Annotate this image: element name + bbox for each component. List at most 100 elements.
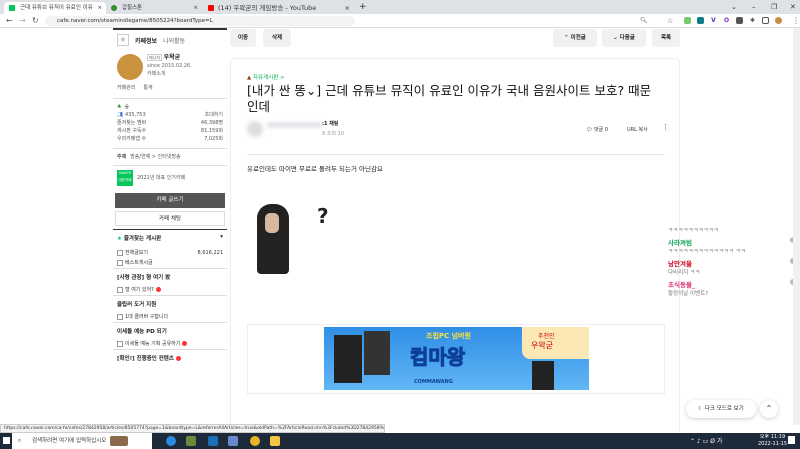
- extension-icon[interactable]: [697, 17, 704, 24]
- chat-message: 사라져빔 ㅋㅋㅋㅋㅋㅋㅋㅋㅋㅋㅋㅋㅋ ㅋㅋ: [668, 237, 800, 255]
- banner-top: 조립PC 넘버원: [426, 332, 471, 340]
- restore-button[interactable]: ❐: [771, 0, 777, 14]
- comment-count[interactable]: 💬︎ 댓글 0: [586, 126, 608, 133]
- article-body: 유료인데도 따이면 무료로 돌려두 되는거 아닌감요: [247, 165, 383, 173]
- new-badge-icon: [155, 287, 161, 292]
- chat-username[interactable]: 초식동물_: [668, 279, 800, 289]
- extensions-puzzle-icon[interactable]: ✱: [749, 17, 756, 24]
- dark-mode-button[interactable]: ☾ 다크 모드로 보기: [686, 400, 756, 418]
- profile-avatar[interactable]: [775, 17, 782, 24]
- list-button[interactable]: 목록: [652, 29, 680, 47]
- cafe-write-button[interactable]: 카페 글쓰기: [115, 193, 225, 208]
- tray-icons[interactable]: ⌃ ♪ ▭ Ø 가: [690, 436, 722, 445]
- extension-o-icon[interactable]: O: [723, 17, 730, 24]
- chat-username[interactable]: 사라져빔: [668, 237, 800, 247]
- edge-icon[interactable]: [166, 436, 176, 446]
- scroll-top-button[interactable]: ⌃: [760, 400, 778, 418]
- close-icon[interactable]: ×: [345, 2, 350, 14]
- extension-v-icon[interactable]: V: [710, 17, 717, 24]
- close-icon[interactable]: ×: [97, 2, 102, 14]
- app-icon[interactable]: [228, 436, 238, 446]
- naver-cafe-icon: [9, 5, 15, 11]
- author-name-blurred[interactable]: [267, 122, 322, 128]
- board-group-header[interactable]: 클립러 도거 지원: [113, 295, 227, 312]
- close-icon[interactable]: ×: [193, 2, 198, 14]
- menu-icon[interactable]: ⋮: [792, 14, 800, 28]
- scrollbar[interactable]: [793, 28, 800, 425]
- board-name: 자유게시판 >: [252, 75, 285, 81]
- extension-icon[interactable]: [684, 17, 691, 24]
- tab-strip: 근데 유튜브 뮤직이 유료인 이유 × 갑힐스톤 × (14) 우왁굳의 게임방송 …: [0, 0, 800, 14]
- new-tab-button[interactable]: +: [359, 0, 367, 14]
- manager-name[interactable]: 우왁굳: [164, 54, 181, 61]
- date: 2022-11-15: [758, 441, 788, 447]
- board-group-header[interactable]: [사령 관장] 형 여기 봤: [113, 268, 227, 285]
- stats-link[interactable]: 통계: [143, 84, 152, 92]
- taskbar-search[interactable]: ⌕ 검색하려면 여기에 입력하십시오: [12, 433, 152, 449]
- next-article-button[interactable]: ⌄ 다음글: [602, 29, 646, 47]
- board-group-header[interactable]: [확인!] 진행중인 컨텐츠: [113, 349, 227, 366]
- character-image: [249, 199, 299, 279]
- taskbar: ⌕ 검색하려면 여기에 입력하십시오 ⌃ ♪ ▭ Ø 가 오후 11:19 2022…: [0, 433, 800, 449]
- cafe-intro-link[interactable]: 카페소개: [147, 70, 192, 78]
- minimize-button[interactable]: –: [752, 0, 756, 14]
- tab-hearthstone[interactable]: 갑힐스톤 ×: [106, 2, 202, 14]
- board-item[interactable]: 형 여기 있어?: [113, 285, 227, 295]
- minecraft-icon[interactable]: [186, 436, 196, 446]
- prev-article-button[interactable]: ⌃ 이전글: [553, 29, 597, 47]
- url-input[interactable]: cafe.naver.com/steamindiegame/8505224?bo…: [45, 16, 355, 26]
- delete-button[interactable]: 삭제: [263, 29, 291, 47]
- board-item[interactable]: 1대 클러버 구합니다: [113, 312, 227, 322]
- tab-cafe[interactable]: 근데 유튜브 뮤직이 유료인 이유 ×: [4, 2, 106, 14]
- invite-link[interactable]: 초대하기: [205, 111, 223, 119]
- fav-boards-title[interactable]: 즐겨찾는 게시판: [124, 236, 161, 242]
- dropdown-icon[interactable]: ▾: [220, 234, 223, 242]
- forward-icon[interactable]: →: [19, 14, 26, 28]
- board-group-header[interactable]: 이세돌 예능 PD 되기: [113, 322, 227, 339]
- more-icon[interactable]: ⋮: [662, 123, 669, 131]
- manager-badge: 매니저: [147, 54, 163, 61]
- board-item[interactable]: 전체글보기 8,616,221: [113, 248, 227, 258]
- cafe-manage-link[interactable]: 카페관리: [117, 84, 135, 92]
- tab-search-icon[interactable]: ⌄: [731, 0, 737, 14]
- chat-message: 낭만겨울 다비리지 ㅋㅋ: [668, 258, 800, 276]
- url-copy-button[interactable]: URL 복사: [627, 126, 648, 133]
- start-icon[interactable]: [3, 437, 10, 444]
- comments-label: 댓글 0: [593, 127, 608, 133]
- clock[interactable]: 오후 11:19 2022-11-15: [758, 434, 787, 448]
- members-icon: 👥︎: [117, 112, 124, 118]
- vscode-icon[interactable]: [208, 436, 218, 446]
- banner-rec: 추천인: [538, 333, 555, 340]
- member-count[interactable]: 435,753: [125, 112, 146, 118]
- ad-banner-frame: 조립PC 넘버원 컴마왕 COMMAWANG 추천인 우왁굳: [247, 324, 665, 394]
- close-window-button[interactable]: ✕: [790, 0, 796, 14]
- bookmark-star-icon[interactable]: ☆: [667, 14, 673, 28]
- chat-username[interactable]: 낭만겨울: [668, 258, 800, 268]
- back-icon[interactable]: ←: [6, 14, 13, 28]
- zoom-icon[interactable]: 🔍︎: [640, 14, 648, 28]
- notification-icon[interactable]: [788, 436, 795, 444]
- commawang-banner[interactable]: 조립PC 넘버원 컴마왕 COMMAWANG 추천인 우왁굳: [324, 327, 589, 390]
- cafe-chat-button[interactable]: 카페 채팅: [115, 211, 225, 226]
- tab-my-activity[interactable]: 나의활동: [163, 36, 185, 45]
- tab-youtube[interactable]: (14) 우왁굳의 게임방송 - YouTube ×: [204, 2, 354, 14]
- extension-icon[interactable]: [736, 17, 743, 24]
- award-badge: NAVER 대표카페: [117, 170, 133, 186]
- chrome-icon[interactable]: [250, 436, 260, 446]
- tab-cafe-info[interactable]: 카페정보: [135, 36, 157, 45]
- board-item[interactable]: 베스트게시글: [113, 258, 227, 268]
- board-count: 8,616,221: [197, 250, 223, 256]
- move-button[interactable]: 이동: [230, 29, 256, 47]
- reload-icon[interactable]: ↻: [32, 14, 39, 28]
- side-panel-icon[interactable]: [762, 17, 769, 24]
- board-link[interactable]: ▲ 자유게시판 >: [247, 73, 285, 81]
- next-label: 다음글: [619, 35, 635, 41]
- topic-value[interactable]: 방송/연예 > 인터넷방송: [130, 153, 180, 161]
- board-label: 전체글보기: [125, 250, 149, 256]
- author-avatar[interactable]: [247, 121, 263, 137]
- banner-main: 컴마왕: [409, 345, 466, 370]
- file-explorer-icon[interactable]: [270, 436, 280, 446]
- board-item[interactable]: 이세돌 예능 기획 공유하기: [113, 339, 227, 349]
- dark-mode-label: 다크 모드로 보기: [704, 406, 744, 412]
- star-icon[interactable]: ★: [117, 34, 129, 46]
